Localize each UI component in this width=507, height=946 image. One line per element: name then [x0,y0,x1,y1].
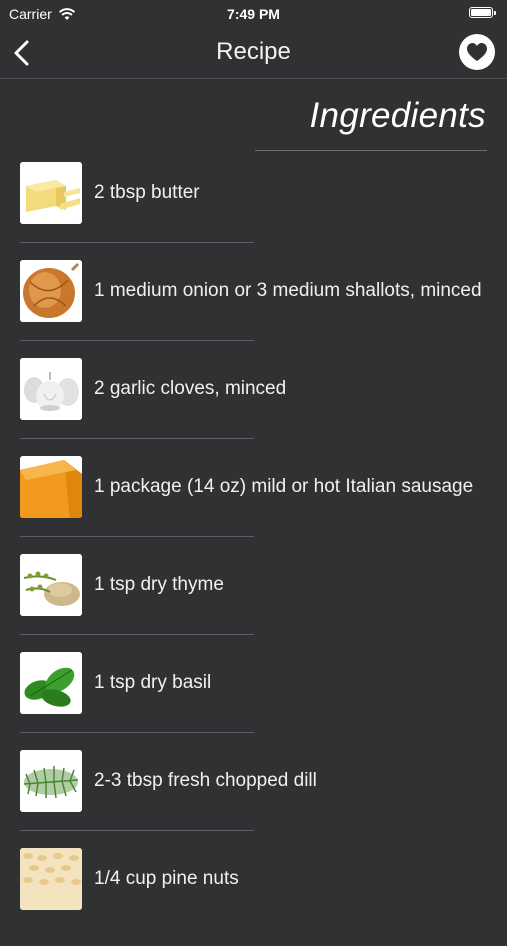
ingredient-text: 2 garlic cloves, minced [94,378,287,399]
ingredient-text: 2 tbsp butter [94,182,200,203]
item-divider [20,438,254,439]
section-title: Ingredients [309,96,486,135]
ingredient-item[interactable]: 1/4 cup pine nuts [0,848,507,946]
ingredient-text: 2-3 tbsp fresh chopped dill [94,770,317,791]
item-divider [20,634,254,635]
ingredient-item[interactable]: 2 tbsp butter [0,162,507,260]
ingredient-text: 1/4 cup pine nuts [94,868,239,889]
section-divider [255,150,487,151]
ingredient-image-onion [20,260,82,322]
status-bar: Carrier 7:49 PM [0,0,507,28]
ingredient-item[interactable]: 1 tsp dry thyme [0,554,507,652]
item-divider [20,536,254,537]
page-title: Recipe [216,38,291,65]
ingredient-item[interactable]: 2-3 tbsp fresh chopped dill [0,750,507,848]
ingredient-image-butter [20,162,82,224]
ingredient-image-thyme [20,554,82,616]
ingredient-text: 1 medium onion or 3 medium shallots, min… [94,280,482,301]
ingredient-text: 1 tsp dry thyme [94,574,224,595]
ingredient-item[interactable]: 1 medium onion or 3 medium shallots, min… [0,260,507,358]
ingredient-item[interactable]: 1 tsp dry basil [0,652,507,750]
favorite-button[interactable] [459,34,495,70]
ingredient-text: 1 tsp dry basil [94,672,212,693]
item-divider [20,340,254,341]
ingredient-image-dill [20,750,82,812]
heart-icon [467,43,487,61]
battery-icon [469,7,496,18]
navigation-bar: Recipe [0,28,507,79]
ingredient-item[interactable]: 1 package (14 oz) mild or hot Italian sa… [0,456,507,554]
ingredient-image-basil [20,652,82,714]
ingredient-image-pine-nuts [20,848,82,910]
ingredient-image-garlic [20,358,82,420]
ingredient-image-cheese-wedge [20,456,82,518]
item-divider [20,830,254,831]
status-time: 7:49 PM [227,6,280,22]
ingredients-list: 2 tbsp butter 1 medium onion or 3 medium… [0,162,507,946]
item-divider [20,242,254,243]
ingredient-item[interactable]: 2 garlic cloves, minced [0,358,507,456]
ingredient-text: 1 package (14 oz) mild or hot Italian sa… [94,476,474,497]
item-divider [20,732,254,733]
